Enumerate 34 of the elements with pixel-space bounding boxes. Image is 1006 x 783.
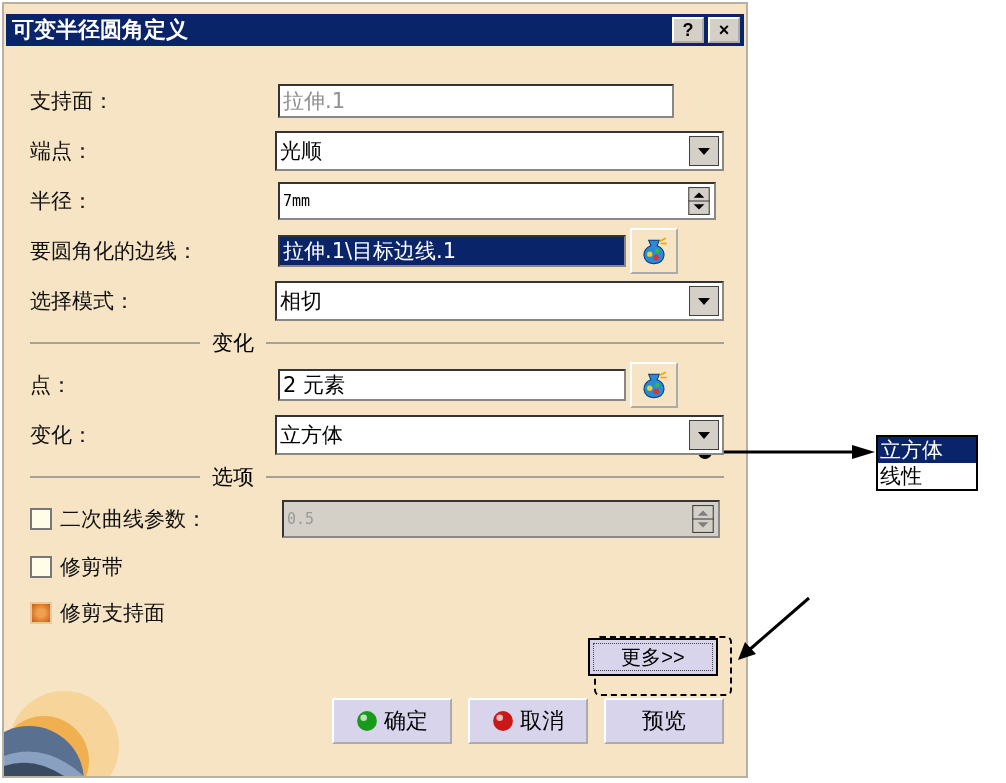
checkbox-label: 修剪支持面: [60, 600, 165, 627]
checkbox[interactable]: [30, 602, 52, 624]
cancel-ball-icon: [492, 710, 514, 732]
dropdown-field[interactable]: 立方体: [274, 415, 724, 455]
checkbox-label: 二次曲线参数：: [60, 506, 207, 533]
field-label: 端点：: [30, 138, 94, 165]
dialog-button[interactable]: 预览: [604, 698, 724, 744]
more-button[interactable]: 更多>>: [588, 638, 718, 676]
selection-button[interactable]: [630, 362, 678, 408]
dropdown-option[interactable]: 立方体: [878, 437, 976, 463]
field-label: 要圆角化的边线：: [30, 238, 199, 265]
section-label: 选项: [212, 464, 254, 491]
field-label: 变化：: [30, 422, 94, 449]
spin-field[interactable]: 7mm: [278, 182, 716, 220]
spinner-icon[interactable]: [688, 187, 710, 215]
close-button[interactable]: ×: [708, 17, 740, 43]
dropdown-field[interactable]: 光顺: [274, 131, 724, 171]
selection-button[interactable]: [630, 228, 678, 274]
dropdown-field[interactable]: 相切: [274, 281, 724, 321]
selection-field[interactable]: 2 元素: [278, 369, 626, 401]
checkbox[interactable]: [30, 556, 52, 578]
dropdown-option[interactable]: 线性: [878, 463, 976, 489]
dialog-button[interactable]: 取消: [468, 698, 588, 744]
field-label: 半径：: [30, 188, 94, 215]
selection-field[interactable]: 拉伸.1\目标边线.1: [278, 235, 626, 267]
help-button[interactable]: ?: [672, 17, 704, 43]
field-label: 支持面：: [30, 88, 115, 115]
field-label: 选择模式：: [30, 288, 136, 315]
checkbox-label: 修剪带: [60, 554, 123, 581]
confirm-ball-icon: [356, 710, 378, 732]
section-label: 变化: [212, 330, 254, 357]
window-title: 可变半径圆角定义: [12, 16, 188, 44]
dialog-button[interactable]: 确定: [332, 698, 452, 744]
field-label: 点：: [30, 372, 73, 399]
